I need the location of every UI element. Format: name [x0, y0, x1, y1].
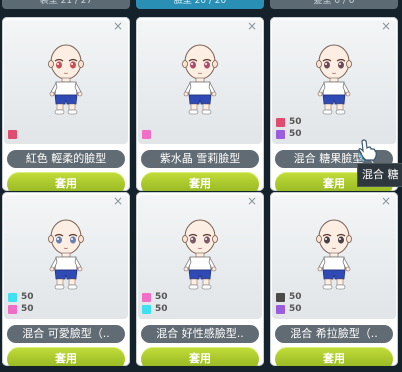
color-swatch	[8, 293, 17, 302]
color-swatches: 50 50	[276, 116, 302, 140]
color-mix-row: 50	[276, 292, 302, 303]
color-ratio: 50	[289, 117, 302, 127]
close-icon[interactable]: ×	[113, 194, 123, 208]
apply-button[interactable]: 套用	[7, 172, 125, 191]
face-card: × 紫水晶 雪莉臉型 套用	[136, 17, 264, 191]
color-swatches: 50 50	[8, 291, 34, 315]
color-ratio: 50	[155, 292, 168, 302]
color-mix-row: 50	[142, 292, 168, 303]
apply-button[interactable]: 套用	[141, 172, 259, 191]
color-swatch	[276, 305, 285, 314]
color-swatch	[276, 130, 285, 139]
color-swatches: 50 50	[142, 291, 168, 315]
apply-button[interactable]: 套用	[275, 347, 393, 366]
close-icon[interactable]: ×	[113, 19, 123, 33]
color-mix-row	[8, 129, 21, 140]
avatar-preview: 50 50	[4, 195, 128, 319]
hand-cursor-icon	[358, 139, 377, 162]
tab-outfit[interactable]: 裝型 21 / 27	[2, 0, 130, 9]
color-mix-row: 50	[8, 304, 34, 315]
face-card: 50 50 × 混合 好性感臉型.. 套用	[136, 192, 264, 366]
close-icon[interactable]: ×	[247, 194, 257, 208]
character-avatar	[48, 219, 84, 290]
avatar-preview: 50 50	[272, 195, 396, 319]
close-icon[interactable]: ×	[381, 194, 391, 208]
tab-face[interactable]: 臉型 20 / 20	[136, 0, 264, 9]
face-name-label: 紫水晶 雪莉臉型	[141, 150, 259, 168]
color-mix-row: 50	[276, 304, 302, 315]
color-swatch	[142, 305, 151, 314]
character-avatar	[316, 219, 352, 290]
face-name-label: 混合 希拉臉型（..	[275, 325, 393, 343]
color-ratio: 50	[289, 292, 302, 302]
color-swatches	[142, 128, 155, 140]
avatar-preview: 50 50	[138, 195, 262, 319]
tab-hair[interactable]: 髮型 0 / 0	[270, 0, 398, 9]
color-swatch	[8, 130, 17, 139]
color-swatch	[142, 293, 151, 302]
color-ratio: 50	[289, 129, 302, 139]
face-name-label: 紅色 輕柔的臉型	[7, 150, 125, 168]
face-name-label: 混合 好性感臉型..	[141, 325, 259, 343]
character-avatar	[182, 219, 218, 290]
color-mix-row: 50	[276, 117, 302, 128]
color-swatches	[8, 128, 21, 140]
apply-button[interactable]: 套用	[141, 347, 259, 366]
avatar-preview: 50 50	[272, 20, 396, 144]
name-tooltip: 混合 糖	[357, 163, 402, 187]
avatar-preview	[138, 20, 262, 144]
face-card: × 紅色 輕柔的臉型 套用	[2, 17, 130, 191]
character-avatar	[48, 44, 84, 115]
color-mix-row: 50	[276, 129, 302, 140]
color-mix-row	[142, 129, 155, 140]
tab-bar: 裝型 21 / 27 臉型 20 / 20 髮型 0 / 0	[0, 0, 402, 10]
color-swatch	[276, 118, 285, 127]
face-card: 50 50 × 混合 希拉臉型（.. 套用	[270, 192, 398, 366]
color-swatches: 50 50	[276, 291, 302, 315]
face-card: 50 50 × 混合 可愛臉型（.. 套用	[2, 192, 130, 366]
color-ratio: 50	[155, 304, 168, 314]
color-mix-row: 50	[8, 292, 34, 303]
avatar-preview	[4, 20, 128, 144]
close-icon[interactable]: ×	[247, 19, 257, 33]
color-ratio: 50	[289, 304, 302, 314]
face-name-label: 混合 可愛臉型（..	[7, 325, 125, 343]
color-swatch	[142, 130, 151, 139]
close-icon[interactable]: ×	[381, 19, 391, 33]
apply-button[interactable]: 套用	[7, 347, 125, 366]
color-ratio: 50	[21, 292, 34, 302]
color-swatch	[276, 293, 285, 302]
color-ratio: 50	[21, 304, 34, 314]
color-swatch	[8, 305, 17, 314]
color-mix-row: 50	[142, 304, 168, 315]
character-avatar	[182, 44, 218, 115]
character-avatar	[316, 44, 352, 115]
